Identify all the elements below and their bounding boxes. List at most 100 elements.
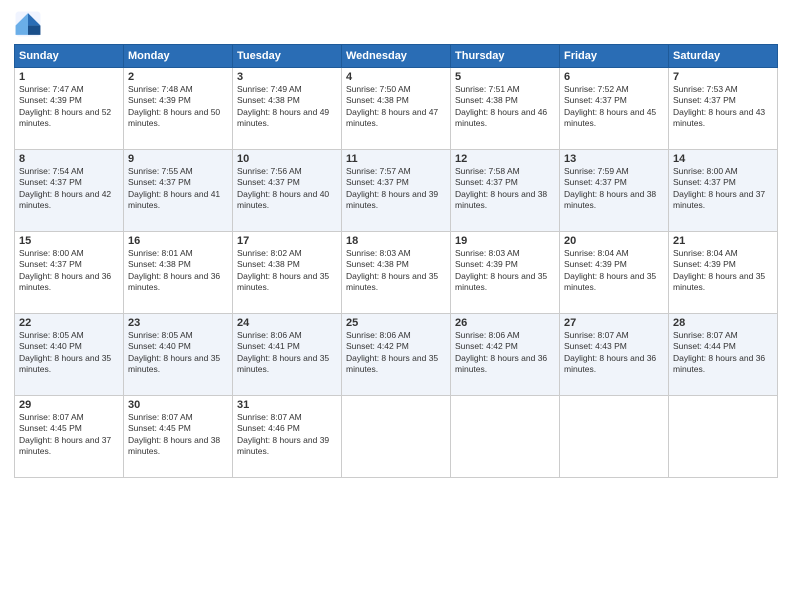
cell-content: Sunrise: 7:47 AM Sunset: 4:39 PM Dayligh…: [19, 84, 119, 130]
cell-content: Sunrise: 8:03 AM Sunset: 4:39 PM Dayligh…: [455, 248, 555, 294]
day-number: 24: [237, 317, 337, 329]
calendar-cell: [342, 396, 451, 478]
day-number: 22: [19, 317, 119, 329]
day-number: 20: [564, 235, 664, 247]
cell-content: Sunrise: 7:51 AM Sunset: 4:38 PM Dayligh…: [455, 84, 555, 130]
calendar-cell: 12 Sunrise: 7:58 AM Sunset: 4:37 PM Dayl…: [451, 150, 560, 232]
cell-content: Sunrise: 7:57 AM Sunset: 4:37 PM Dayligh…: [346, 166, 446, 212]
calendar-cell: 4 Sunrise: 7:50 AM Sunset: 4:38 PM Dayli…: [342, 68, 451, 150]
day-number: 7: [673, 71, 773, 83]
calendar-cell: 6 Sunrise: 7:52 AM Sunset: 4:37 PM Dayli…: [560, 68, 669, 150]
day-header-monday: Monday: [124, 45, 233, 68]
calendar-week-3: 15 Sunrise: 8:00 AM Sunset: 4:37 PM Dayl…: [15, 232, 778, 314]
calendar-cell: 28 Sunrise: 8:07 AM Sunset: 4:44 PM Dayl…: [669, 314, 778, 396]
calendar-cell: 26 Sunrise: 8:06 AM Sunset: 4:42 PM Dayl…: [451, 314, 560, 396]
calendar-cell: 18 Sunrise: 8:03 AM Sunset: 4:38 PM Dayl…: [342, 232, 451, 314]
day-number: 9: [128, 153, 228, 165]
cell-content: Sunrise: 7:58 AM Sunset: 4:37 PM Dayligh…: [455, 166, 555, 212]
cell-content: Sunrise: 8:00 AM Sunset: 4:37 PM Dayligh…: [673, 166, 773, 212]
calendar-cell: 22 Sunrise: 8:05 AM Sunset: 4:40 PM Dayl…: [15, 314, 124, 396]
calendar-week-2: 8 Sunrise: 7:54 AM Sunset: 4:37 PM Dayli…: [15, 150, 778, 232]
cell-content: Sunrise: 8:04 AM Sunset: 4:39 PM Dayligh…: [564, 248, 664, 294]
cell-content: Sunrise: 8:01 AM Sunset: 4:38 PM Dayligh…: [128, 248, 228, 294]
cell-content: Sunrise: 8:07 AM Sunset: 4:43 PM Dayligh…: [564, 330, 664, 376]
cell-content: Sunrise: 8:02 AM Sunset: 4:38 PM Dayligh…: [237, 248, 337, 294]
calendar-cell: 11 Sunrise: 7:57 AM Sunset: 4:37 PM Dayl…: [342, 150, 451, 232]
day-number: 25: [346, 317, 446, 329]
cell-content: Sunrise: 7:54 AM Sunset: 4:37 PM Dayligh…: [19, 166, 119, 212]
cell-content: Sunrise: 7:59 AM Sunset: 4:37 PM Dayligh…: [564, 166, 664, 212]
day-header-thursday: Thursday: [451, 45, 560, 68]
day-number: 4: [346, 71, 446, 83]
day-number: 6: [564, 71, 664, 83]
day-number: 13: [564, 153, 664, 165]
day-number: 26: [455, 317, 555, 329]
day-header-sunday: Sunday: [15, 45, 124, 68]
calendar-cell: [560, 396, 669, 478]
cell-content: Sunrise: 8:05 AM Sunset: 4:40 PM Dayligh…: [19, 330, 119, 376]
day-number: 23: [128, 317, 228, 329]
cell-content: Sunrise: 8:06 AM Sunset: 4:42 PM Dayligh…: [455, 330, 555, 376]
day-number: 2: [128, 71, 228, 83]
cell-content: Sunrise: 8:07 AM Sunset: 4:45 PM Dayligh…: [128, 412, 228, 458]
day-header-friday: Friday: [560, 45, 669, 68]
day-header-tuesday: Tuesday: [233, 45, 342, 68]
day-number: 1: [19, 71, 119, 83]
calendar-cell: 7 Sunrise: 7:53 AM Sunset: 4:37 PM Dayli…: [669, 68, 778, 150]
cell-content: Sunrise: 8:07 AM Sunset: 4:44 PM Dayligh…: [673, 330, 773, 376]
cell-content: Sunrise: 7:50 AM Sunset: 4:38 PM Dayligh…: [346, 84, 446, 130]
day-header-saturday: Saturday: [669, 45, 778, 68]
calendar-cell: 21 Sunrise: 8:04 AM Sunset: 4:39 PM Dayl…: [669, 232, 778, 314]
calendar-cell: 5 Sunrise: 7:51 AM Sunset: 4:38 PM Dayli…: [451, 68, 560, 150]
calendar-cell: 29 Sunrise: 8:07 AM Sunset: 4:45 PM Dayl…: [15, 396, 124, 478]
logo: [14, 10, 46, 38]
cell-content: Sunrise: 7:55 AM Sunset: 4:37 PM Dayligh…: [128, 166, 228, 212]
calendar-cell: 19 Sunrise: 8:03 AM Sunset: 4:39 PM Dayl…: [451, 232, 560, 314]
day-number: 16: [128, 235, 228, 247]
calendar-cell: 10 Sunrise: 7:56 AM Sunset: 4:37 PM Dayl…: [233, 150, 342, 232]
day-number: 27: [564, 317, 664, 329]
day-number: 12: [455, 153, 555, 165]
calendar-table: SundayMondayTuesdayWednesdayThursdayFrid…: [14, 44, 778, 478]
calendar-cell: 24 Sunrise: 8:06 AM Sunset: 4:41 PM Dayl…: [233, 314, 342, 396]
calendar-cell: 1 Sunrise: 7:47 AM Sunset: 4:39 PM Dayli…: [15, 68, 124, 150]
calendar-cell: 25 Sunrise: 8:06 AM Sunset: 4:42 PM Dayl…: [342, 314, 451, 396]
calendar-cell: 3 Sunrise: 7:49 AM Sunset: 4:38 PM Dayli…: [233, 68, 342, 150]
day-number: 10: [237, 153, 337, 165]
page: SundayMondayTuesdayWednesdayThursdayFrid…: [0, 0, 792, 612]
calendar-cell: 13 Sunrise: 7:59 AM Sunset: 4:37 PM Dayl…: [560, 150, 669, 232]
day-number: 31: [237, 399, 337, 411]
calendar-cell: [451, 396, 560, 478]
cell-content: Sunrise: 7:53 AM Sunset: 4:37 PM Dayligh…: [673, 84, 773, 130]
cell-content: Sunrise: 7:56 AM Sunset: 4:37 PM Dayligh…: [237, 166, 337, 212]
cell-content: Sunrise: 8:06 AM Sunset: 4:42 PM Dayligh…: [346, 330, 446, 376]
calendar-cell: 14 Sunrise: 8:00 AM Sunset: 4:37 PM Dayl…: [669, 150, 778, 232]
calendar-cell: 15 Sunrise: 8:00 AM Sunset: 4:37 PM Dayl…: [15, 232, 124, 314]
cell-content: Sunrise: 7:48 AM Sunset: 4:39 PM Dayligh…: [128, 84, 228, 130]
cell-content: Sunrise: 8:00 AM Sunset: 4:37 PM Dayligh…: [19, 248, 119, 294]
calendar-cell: 27 Sunrise: 8:07 AM Sunset: 4:43 PM Dayl…: [560, 314, 669, 396]
calendar-cell: 2 Sunrise: 7:48 AM Sunset: 4:39 PM Dayli…: [124, 68, 233, 150]
calendar-cell: 9 Sunrise: 7:55 AM Sunset: 4:37 PM Dayli…: [124, 150, 233, 232]
day-number: 17: [237, 235, 337, 247]
day-number: 15: [19, 235, 119, 247]
calendar-week-4: 22 Sunrise: 8:05 AM Sunset: 4:40 PM Dayl…: [15, 314, 778, 396]
day-header-wednesday: Wednesday: [342, 45, 451, 68]
day-number: 29: [19, 399, 119, 411]
day-number: 14: [673, 153, 773, 165]
calendar-cell: [669, 396, 778, 478]
day-number: 3: [237, 71, 337, 83]
calendar-cell: 20 Sunrise: 8:04 AM Sunset: 4:39 PM Dayl…: [560, 232, 669, 314]
header: [14, 10, 778, 38]
logo-icon: [14, 10, 42, 38]
cell-content: Sunrise: 8:06 AM Sunset: 4:41 PM Dayligh…: [237, 330, 337, 376]
calendar-cell: 30 Sunrise: 8:07 AM Sunset: 4:45 PM Dayl…: [124, 396, 233, 478]
cell-content: Sunrise: 8:03 AM Sunset: 4:38 PM Dayligh…: [346, 248, 446, 294]
cell-content: Sunrise: 8:07 AM Sunset: 4:45 PM Dayligh…: [19, 412, 119, 458]
calendar-cell: 8 Sunrise: 7:54 AM Sunset: 4:37 PM Dayli…: [15, 150, 124, 232]
day-number: 8: [19, 153, 119, 165]
cell-content: Sunrise: 7:52 AM Sunset: 4:37 PM Dayligh…: [564, 84, 664, 130]
calendar-week-5: 29 Sunrise: 8:07 AM Sunset: 4:45 PM Dayl…: [15, 396, 778, 478]
cell-content: Sunrise: 8:07 AM Sunset: 4:46 PM Dayligh…: [237, 412, 337, 458]
day-number: 21: [673, 235, 773, 247]
